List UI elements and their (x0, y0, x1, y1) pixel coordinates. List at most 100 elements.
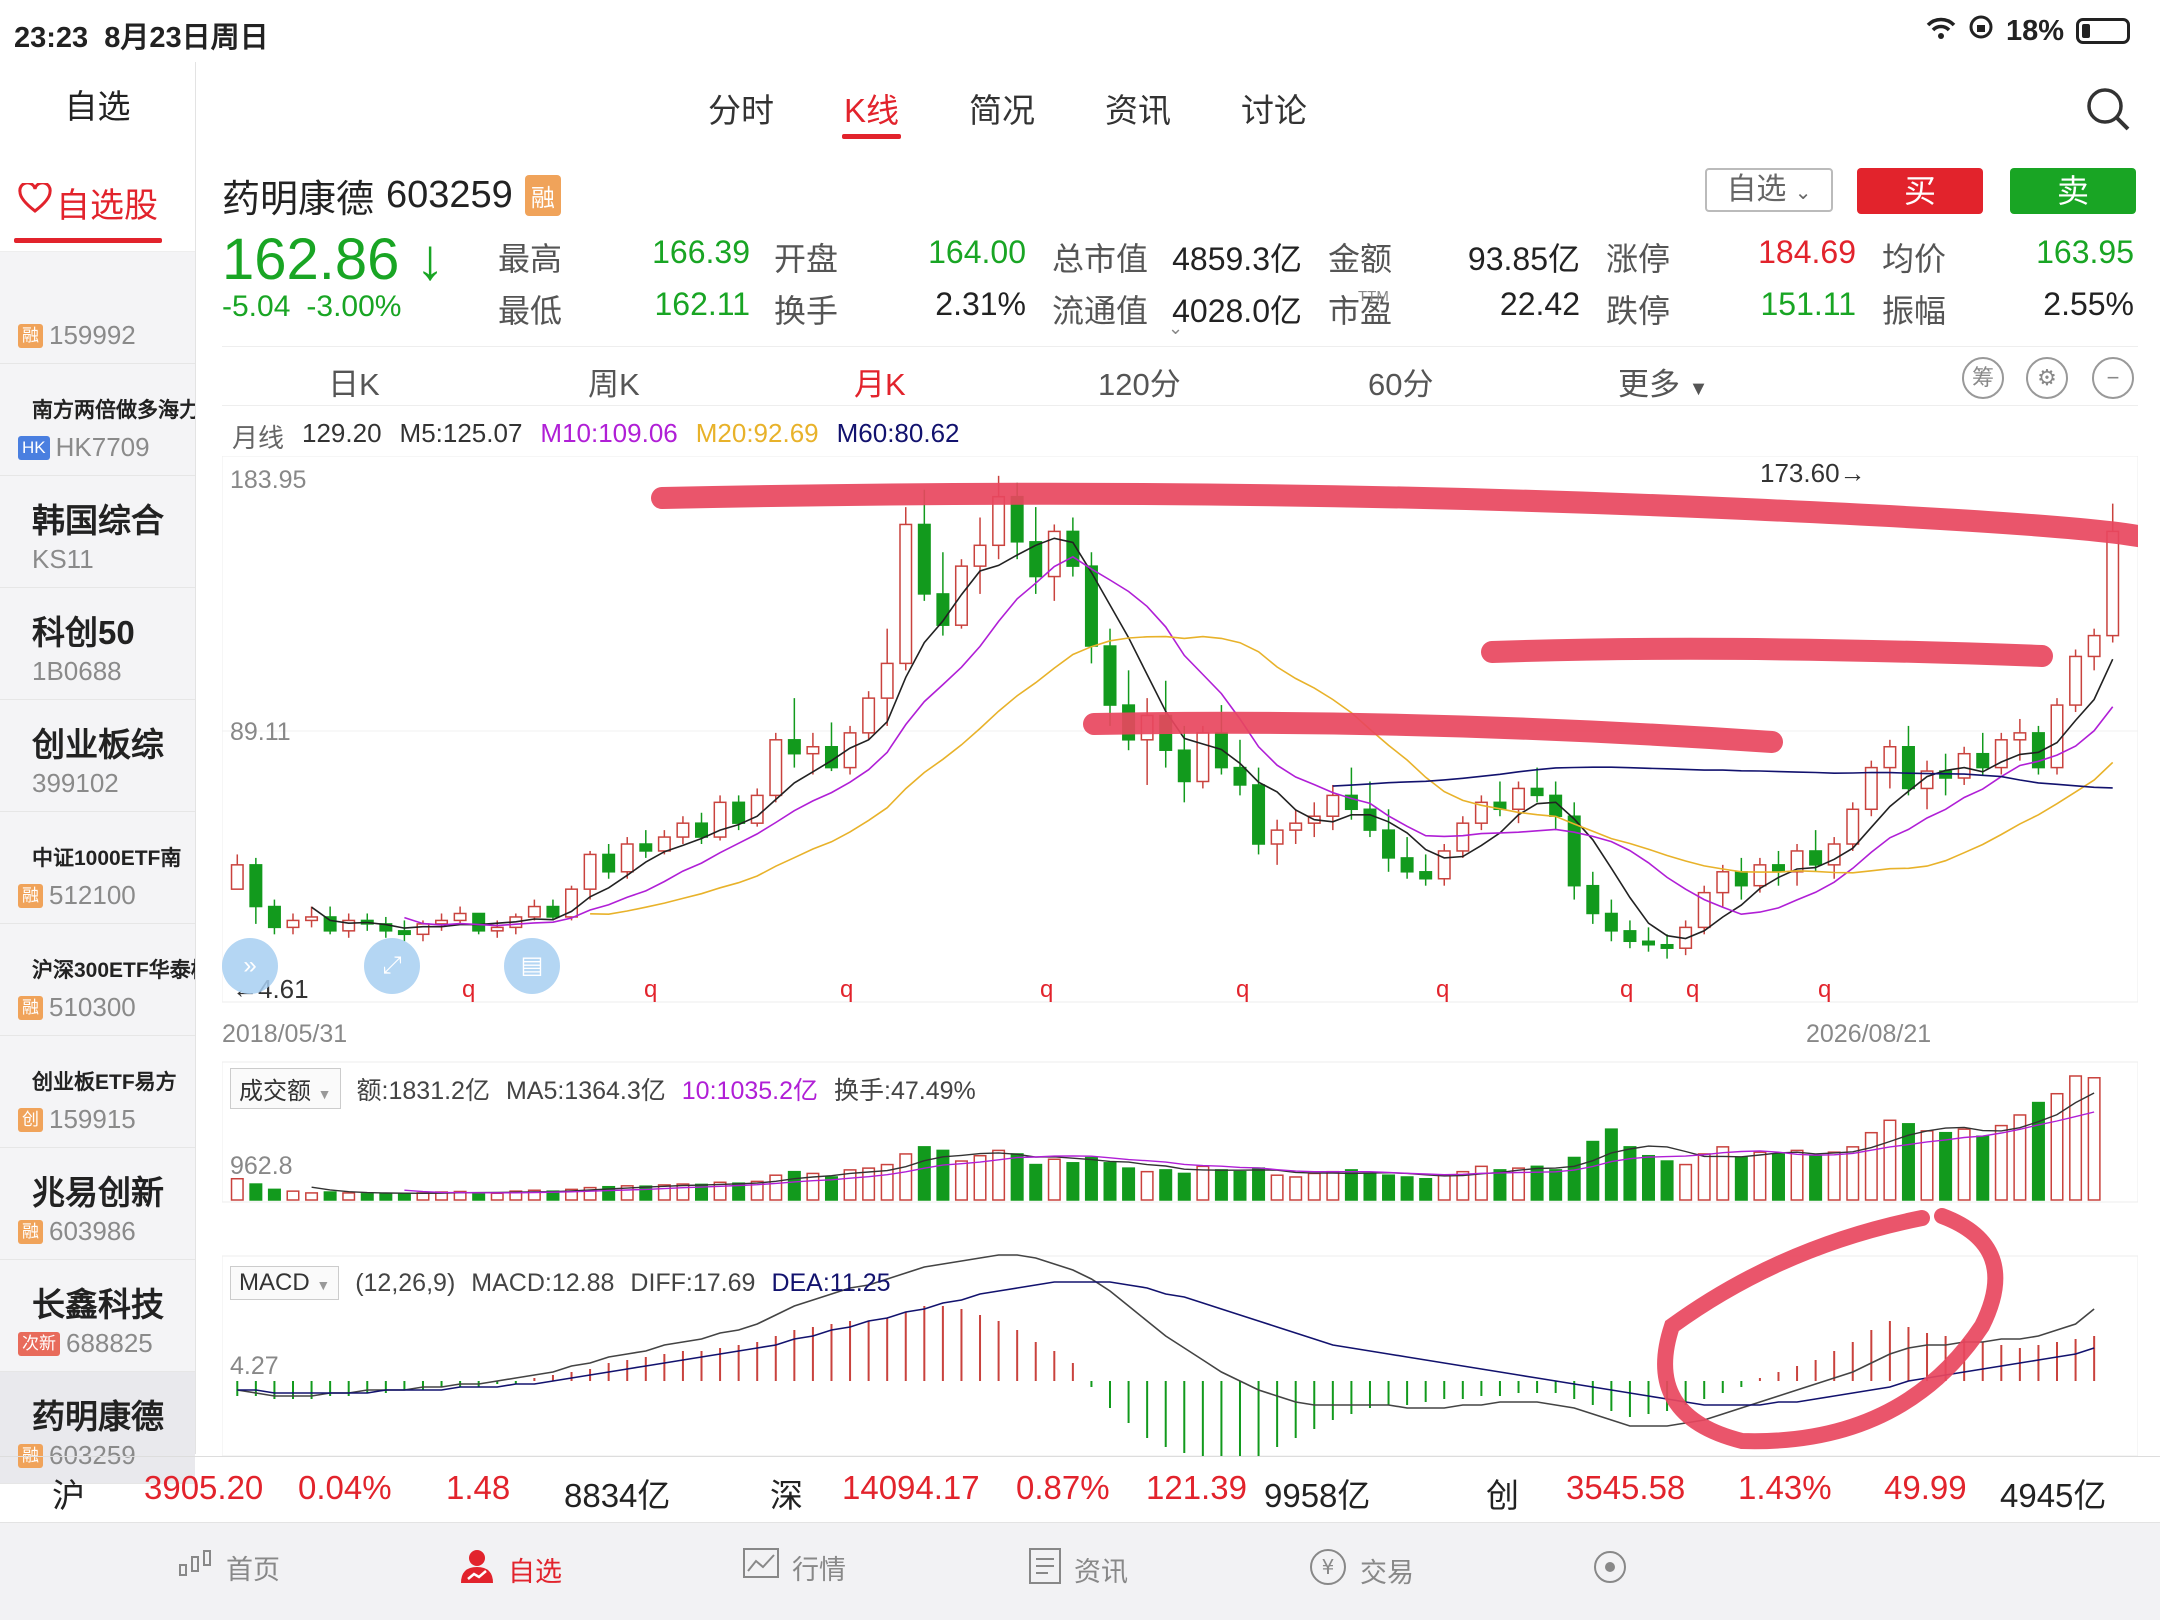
line-chart-icon (742, 1547, 780, 1588)
volume-bar (472, 1192, 486, 1201)
list-item-tag: 融 (18, 883, 43, 908)
y-max-label: 183.95 (230, 466, 307, 494)
volume-turnover: 换手:47.49% (834, 1076, 976, 1105)
tab-watchlist-stocks[interactable]: 自选股 (0, 152, 195, 252)
volume-bar (1660, 1160, 1674, 1201)
period-month[interactable]: 月K (854, 359, 906, 404)
list-item[interactable]: 兆易创新融 603986 (0, 1148, 195, 1260)
candle-body (1976, 752, 1990, 769)
volume-bar (1140, 1170, 1154, 1201)
q-marker: q (1040, 976, 1054, 1003)
tab-timeshare[interactable]: 分时 (700, 84, 782, 132)
zoom-out-icon[interactable]: − (2092, 357, 2134, 399)
volume-bar (490, 1192, 504, 1201)
volume-bar (1307, 1172, 1321, 1201)
chip-distribution-icon[interactable]: 筹 (1962, 357, 2004, 399)
watchlist-button[interactable]: 自选 ⌄ (1705, 168, 1833, 212)
list-item[interactable]: 科创50 1B0688 (0, 588, 195, 700)
candle-body (1641, 940, 1656, 946)
tab-news[interactable]: 资讯 (1097, 84, 1179, 132)
bottom-navigation: 首页 自选 行情 资讯 ¥ 交易 (0, 1522, 2160, 1620)
period-day[interactable]: 日K (328, 359, 380, 404)
nav-news[interactable]: 资讯 (1028, 1547, 1128, 1592)
list-item-name: 长鑫科技 (32, 1286, 164, 1323)
candle-body (397, 930, 411, 936)
candle-body (323, 916, 337, 932)
volume-bar (397, 1193, 411, 1201)
list-item[interactable]: 南方两倍做多海力 HK HK7709 (0, 364, 195, 476)
high-marker: 173.60→ (1760, 458, 1866, 488)
nav-watchlist[interactable]: 自选 (458, 1547, 562, 1592)
buy-button[interactable]: 买 (1857, 168, 1983, 214)
nav-home[interactable]: 首页 (176, 1547, 280, 1588)
list-item[interactable]: 融 159992 (0, 252, 195, 364)
orientation-lock-icon (1968, 14, 1994, 48)
document-icon (1028, 1547, 1062, 1592)
index-sh-chg: 1.48 (446, 1469, 511, 1506)
nav-trade[interactable]: ¥ 交易 (1308, 1547, 1414, 1594)
volume-bar (2069, 1075, 2083, 1201)
sell-button[interactable]: 卖 (2010, 168, 2136, 214)
ma-legend: 月线 129.20 M5:125.07 M10:109.06 M20:92.69… (232, 418, 960, 455)
watchlist-sidebar: 自选 自选股 融 159992 南方两倍做多海力 HK HK7709 韩国综合 KS11 科创… (0, 62, 196, 1484)
nav-more[interactable] (1590, 1547, 1630, 1594)
volume-bar (1326, 1170, 1340, 1201)
q-marker: q (462, 976, 476, 1003)
stock-name: 药明康德 (222, 179, 375, 221)
index-ticker-bar[interactable]: 沪 3905.20 0.04% 1.48 8834亿 深 14094.17 0.… (0, 1456, 2160, 1520)
volume-bar (1493, 1169, 1507, 1201)
quote-label: 换手 (774, 293, 839, 329)
quote-value: 4028.0亿 (1172, 293, 1302, 329)
candle-body (1177, 749, 1191, 783)
list-item[interactable]: 中证1000ETF南融 512100 (0, 812, 195, 924)
period-120min[interactable]: 120分 (1098, 359, 1181, 404)
candle-body (769, 739, 783, 797)
draw-icon[interactable]: ▤ (504, 938, 560, 994)
period-more[interactable]: 更多 ▼ (1618, 359, 1708, 404)
list-item[interactable]: 创业板ETF易方创 159915 (0, 1036, 195, 1148)
fullscreen-icon[interactable]: ⤢ (364, 938, 420, 994)
quote-value: 93.85亿 (1467, 241, 1580, 277)
volume-bar (1790, 1149, 1804, 1201)
ma5: M5:125.07 (399, 418, 523, 448)
quote-label: 最高 (498, 241, 563, 277)
margin-badge: 融 (524, 175, 561, 216)
status-time: 23:23 8月23日周日 (14, 22, 269, 54)
volume-indicator-select[interactable]: 成交额 ▼ (230, 1068, 341, 1109)
index-cy-amt: 4945亿 (2000, 1477, 2107, 1514)
list-item[interactable]: 沪深300ETF华泰柏融 510300 (0, 924, 195, 1036)
nav-market[interactable]: 行情 (742, 1547, 846, 1588)
period-60min[interactable]: 60分 (1368, 359, 1433, 404)
candle-body (1103, 645, 1117, 706)
period-week[interactable]: 周K (588, 359, 640, 404)
index-cy-name: 创 (1486, 1477, 1519, 1514)
candle-body (267, 905, 281, 929)
volume-bar (639, 1185, 653, 1201)
tab-kline[interactable]: K线 (836, 84, 907, 139)
volume-bar (1363, 1172, 1377, 1201)
volume-y-label: 962.8 (230, 1152, 293, 1180)
quote-label: 最低 (498, 293, 563, 329)
expand-chevron-icon[interactable]: ⌄ (1168, 318, 1183, 339)
candle-body (416, 923, 430, 936)
last-price: 162.86 ↓ (222, 227, 445, 292)
volume-bar (1679, 1163, 1693, 1201)
tab-discussion[interactable]: 讨论 (1233, 84, 1315, 132)
tab-profile[interactable]: 简况 (961, 84, 1043, 132)
gear-icon[interactable]: ⚙ (2026, 357, 2068, 399)
quote-label: 均价 (1882, 241, 1947, 277)
expand-left-icon[interactable]: » (222, 938, 278, 994)
list-item[interactable]: 长鑫科技 次新 688825 (0, 1260, 195, 1372)
list-item[interactable]: 韩国综合 KS11 (0, 476, 195, 588)
macd-indicator-select[interactable]: MACD ▼ (230, 1266, 340, 1300)
candle-body (1512, 787, 1526, 811)
candle-body (602, 853, 616, 873)
quote-value: 4859.3亿 (1172, 241, 1302, 277)
candle-body (899, 523, 913, 665)
search-icon[interactable] (2085, 86, 2131, 137)
volume-bar (769, 1174, 783, 1201)
list-item[interactable]: 创业板综 399102 (0, 700, 195, 812)
candle-body (732, 801, 746, 824)
volume-bar (286, 1190, 300, 1201)
list-item-name: 科创50 (32, 614, 135, 651)
